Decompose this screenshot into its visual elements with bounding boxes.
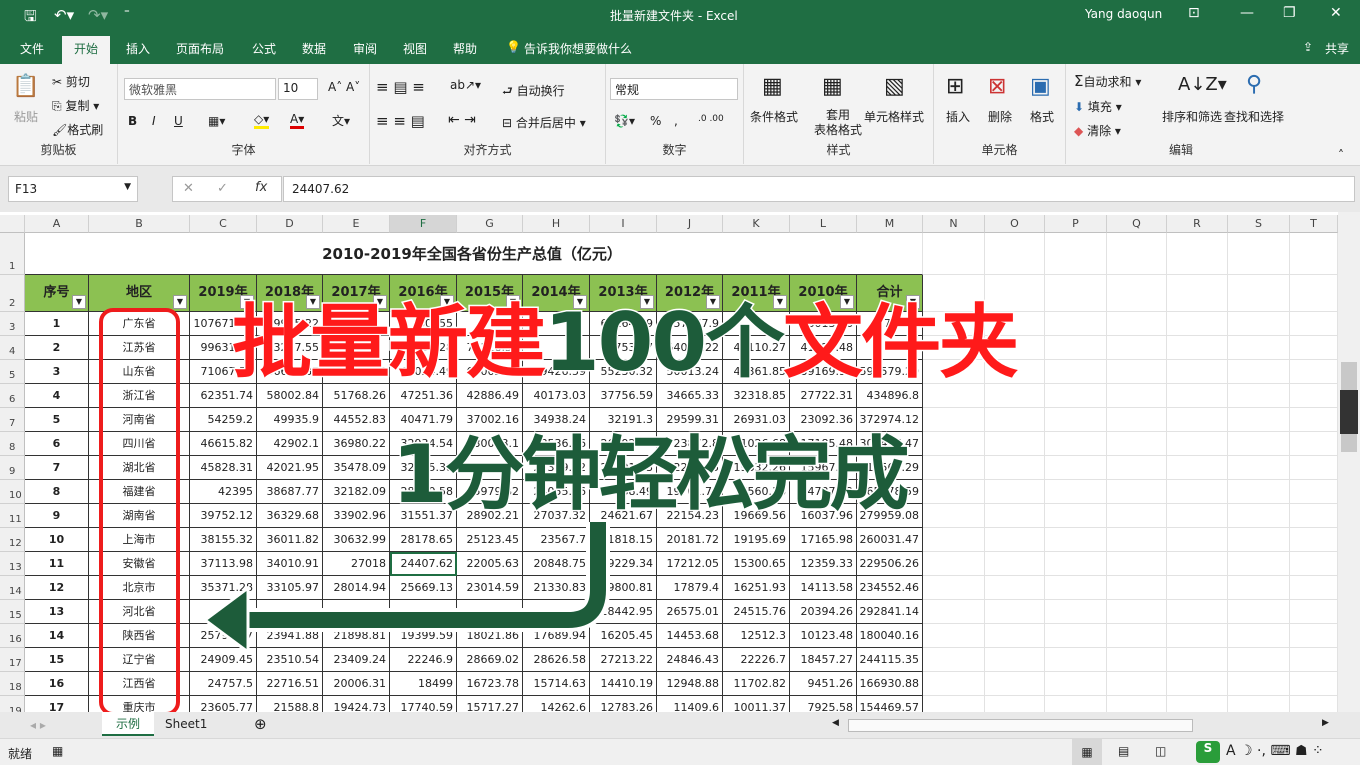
arrow-outline	[240, 522, 610, 632]
overlay-graphics	[99, 308, 610, 716]
normal-view-icon[interactable]: ▦	[1072, 739, 1102, 765]
highlight-box	[99, 308, 180, 716]
scroll-left-icon[interactable]: ◀	[832, 718, 839, 728]
ime-logo-icon[interactable]: S	[1196, 741, 1220, 763]
page-layout-view-icon[interactable]: ▤	[1118, 744, 1129, 758]
arrow-shaft	[240, 522, 606, 628]
sheet-tab-example[interactable]: 示例	[102, 712, 154, 736]
sheet-tab-sheet1[interactable]: Sheet1	[165, 717, 207, 731]
add-sheet-icon[interactable]: ⊕	[254, 715, 267, 733]
sheet-tabs-bar: ◂ ▸ 示例 Sheet1 ⊕ ◀ ▶	[0, 712, 1360, 738]
status-ready: 就绪	[8, 747, 33, 761]
ime-toolbar-icons[interactable]: A ☽ ·, ⌨ ☗ ⁘	[1226, 743, 1324, 759]
page-break-view-icon[interactable]: ◫	[1155, 744, 1166, 758]
status-bar: 就绪 ▦ ▦ ▤ ◫ S A ☽ ·, ⌨ ☗ ⁘	[0, 738, 1360, 765]
scroll-right-icon[interactable]: ▶	[1322, 718, 1329, 728]
macro-record-icon[interactable]: ▦	[52, 744, 63, 758]
arrow-left-icon	[202, 585, 250, 655]
horizontal-scrollbar[interactable]	[848, 719, 1193, 732]
sheet-nav-icons[interactable]: ◂ ▸	[30, 718, 46, 732]
